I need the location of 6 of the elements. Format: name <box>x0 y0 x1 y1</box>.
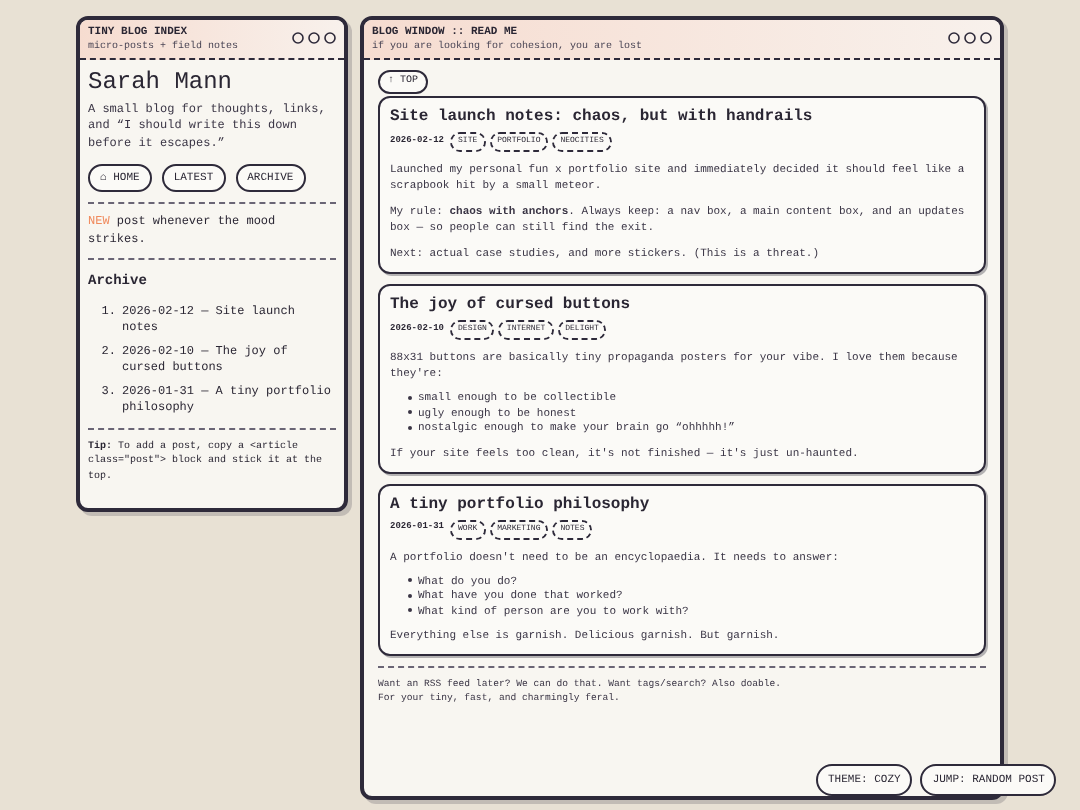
window-controls-icon[interactable] <box>948 32 992 45</box>
post-title: Site launch notes: chaos, but with handrails <box>390 108 815 129</box>
author-name: Sarah Mann <box>88 67 235 96</box>
window-controls-icon[interactable] <box>292 32 336 45</box>
post-title: A tiny portfolio philosophy <box>390 495 652 516</box>
post-title: The joy of cursed buttons <box>390 296 633 317</box>
